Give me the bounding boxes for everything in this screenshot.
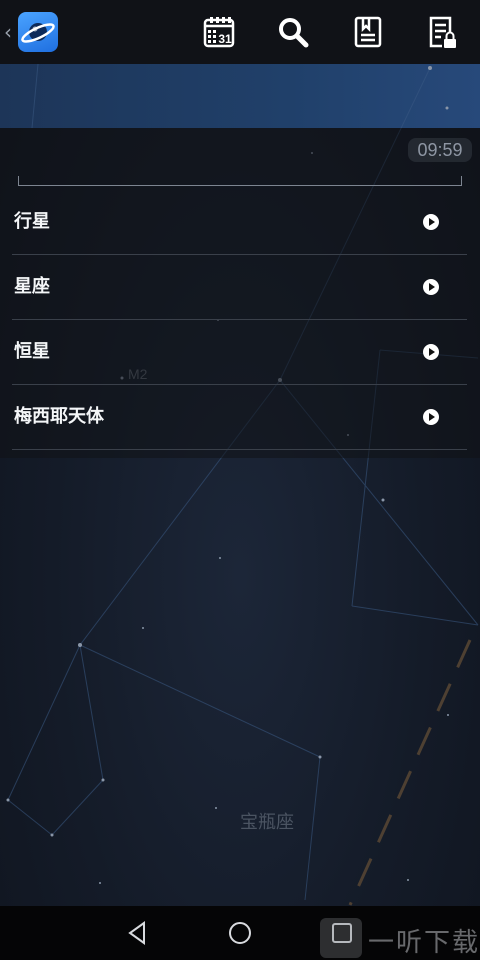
search-field-underline[interactable]	[18, 176, 462, 186]
play-arrow-icon	[423, 214, 439, 230]
calendar-day-text: 31	[218, 32, 232, 46]
circle-home-icon[interactable]	[226, 919, 254, 947]
menu-item-label: 行星	[14, 211, 50, 232]
chevron-left-icon[interactable]: ‹	[4, 20, 16, 44]
triangle-back-icon[interactable]	[124, 919, 152, 947]
sky-label-constellation: 宝瓶座	[240, 812, 294, 832]
watermark-logo-icon	[320, 918, 362, 958]
play-arrow-icon	[423, 409, 439, 425]
saturn-planet-icon[interactable]	[18, 12, 58, 52]
menu-item-stars[interactable]: 恒星	[12, 320, 467, 385]
watermark-text: 一听下载	[368, 928, 480, 958]
play-arrow-icon	[423, 344, 439, 360]
menu-item-planets[interactable]: 行星	[12, 190, 467, 255]
search-icon[interactable]	[275, 14, 311, 50]
watermark: 一听下载	[320, 918, 480, 958]
menu-item-constellations[interactable]: 星座	[12, 255, 467, 320]
menu-item-label: 星座	[14, 276, 50, 297]
top-app-bar: ‹ 31	[0, 0, 480, 64]
play-arrow-icon	[423, 279, 439, 295]
time-badge: 09:59	[408, 138, 472, 162]
menu-item-label: 恒星	[14, 341, 50, 362]
locked-document-icon[interactable]	[424, 14, 460, 50]
menu-item-label: 梅西耶天体	[14, 406, 104, 427]
menu-item-messier-objects[interactable]: 梅西耶天体	[12, 385, 467, 450]
bookmark-list-icon[interactable]	[350, 14, 386, 50]
calendar-icon[interactable]: 31	[201, 14, 237, 50]
